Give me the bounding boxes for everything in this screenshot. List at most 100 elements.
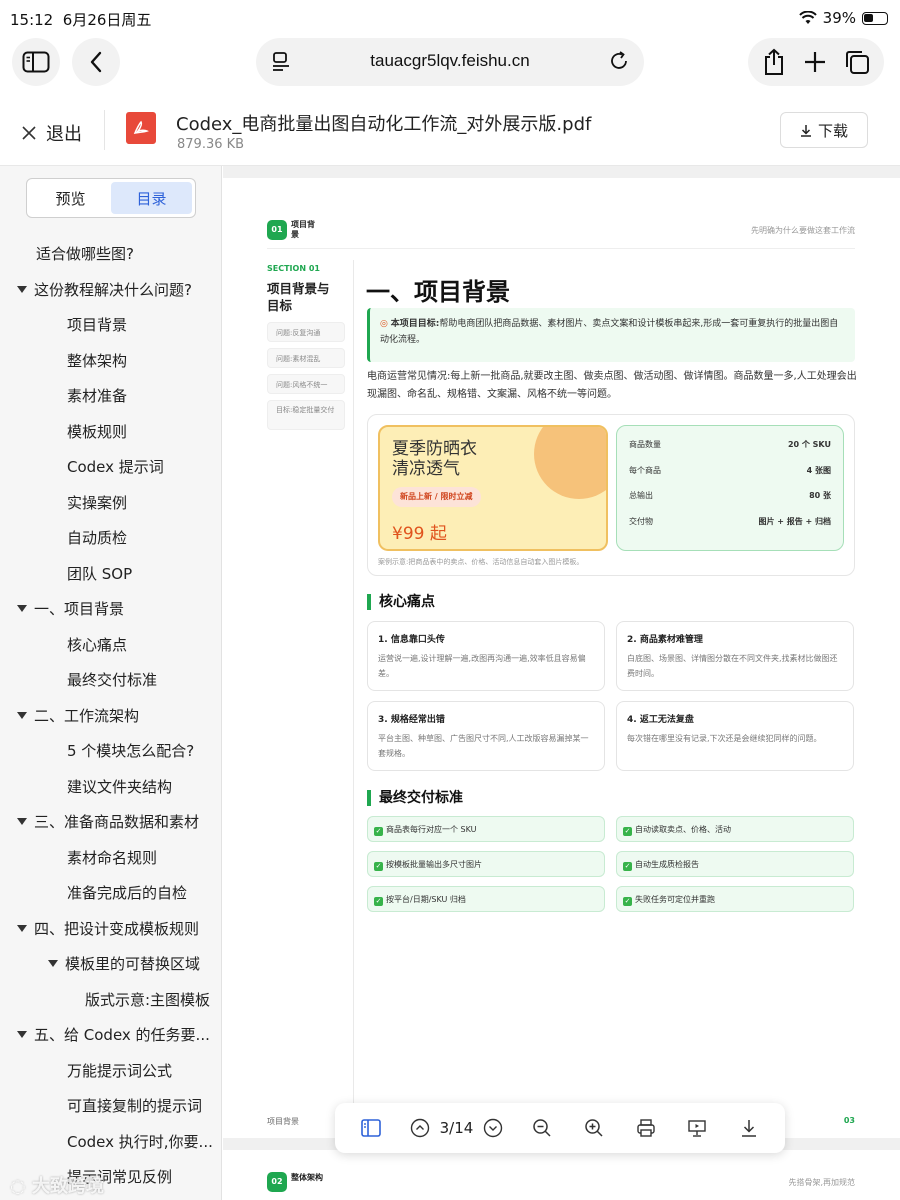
back-button[interactable] [72,38,120,86]
outline-item[interactable]: Codex 提示词 [0,449,222,485]
chip: 问题:素材混乱 [267,348,345,368]
file-name: Codex_电商批量出图自动化工作流_对外展示版.pdf [176,114,592,135]
exit-label: 退出 [46,124,82,145]
pain-card: 4. 返工无法复盘 每次错在哪里没有记录,下次还是会继续犯同样的问题。 [616,701,854,771]
watermark: ◌ 大致跨境 [10,1176,104,1197]
section-badge: 02 [267,1172,287,1192]
tab-outline[interactable]: 目录 [111,182,192,214]
outline-item-label: 适合做哪些图? [36,245,134,264]
print-icon [636,1119,655,1137]
outline-item[interactable]: Codex 执行时,你要... [0,1124,222,1160]
battery-icon [862,11,888,25]
outline-item-label: Codex 提示词 [67,458,164,477]
section-label: SECTION 01 [267,264,320,273]
browser-actions [748,38,884,86]
download-icon [800,124,811,137]
outline-item[interactable]: 适合做哪些图? [0,236,222,272]
poster-tag: 新品上新 / 限时立减 [392,487,481,507]
outline-item[interactable]: 实操案例 [0,485,222,521]
toggle-outline-button[interactable] [358,1115,384,1141]
sidebar-toggle-button[interactable] [12,38,60,86]
outline-item[interactable]: 模板里的可替换区域 [0,946,222,982]
outline-item[interactable]: 整体架构 [0,343,222,379]
present-button[interactable] [684,1115,710,1141]
browser-toolbar: tauacgr5lqv.feishu.cn [0,36,900,88]
outline-item[interactable]: 最终交付标准 [0,662,222,698]
poster-price: ¥99 起 [392,524,447,544]
stats-panel: 商品数量 20 个 SKU 每个商品 4 张图 总输出 80 张 交付物 图片 + 报告… [616,425,844,551]
next-page-icon[interactable] [483,1118,503,1138]
outline-item[interactable]: 模板规则 [0,414,222,450]
pdf-viewer[interactable]: 01 项目背景 先明确为什么要做这套工作流 SECTION 01 项目背景与目标… [223,166,900,1200]
check-icon: ✓ [374,862,383,871]
prev-page-icon[interactable] [410,1118,430,1138]
page-header-title: 项目背景 [291,220,315,239]
outline-item[interactable]: 版式示意:主图模板 [0,982,222,1018]
outline-item[interactable]: 万能提示词公式 [0,1053,222,1089]
outline-item-label: 万能提示词公式 [67,1061,173,1080]
outline-item[interactable]: 团队 SOP [0,556,222,592]
share-icon[interactable] [762,48,786,76]
address-bar[interactable]: tauacgr5lqv.feishu.cn [256,38,644,86]
tab-preview[interactable]: 预览 [30,182,111,214]
outline-item[interactable]: 可直接复制的提示词 [0,1088,222,1124]
caret-down-icon[interactable] [17,285,27,293]
print-button[interactable] [633,1115,659,1141]
tabs-icon[interactable] [844,49,870,75]
column-divider [353,260,354,1110]
caret-down-icon[interactable] [17,711,27,719]
watermark-logo-icon: ◌ [10,1176,32,1197]
caret-down-icon[interactable] [17,924,27,932]
outline-item-label: 可直接复制的提示词 [67,1097,203,1116]
outline-item[interactable]: 这份教程解决什么问题? [0,272,222,308]
page-header-note: 先搭骨架,再加规范 [788,1178,855,1187]
chevron-left-icon [90,51,102,73]
outline-item[interactable]: 核心痛点 [0,627,222,663]
outline-item-label: 素材准备 [67,387,128,406]
zoom-out-button[interactable] [529,1115,555,1141]
caret-down-icon[interactable] [17,1031,27,1039]
zoom-out-icon [533,1119,551,1137]
outline-panel-icon [361,1119,381,1137]
outline-item[interactable]: 5 个模块怎么配合? [0,733,222,769]
zoom-in-icon [585,1119,603,1137]
outline-item-label: 项目背景 [67,316,128,335]
outline-item[interactable]: 准备完成后的自检 [0,875,222,911]
reload-icon[interactable] [608,50,630,72]
delivery-heading: 最终交付标准 [367,790,463,806]
outline-item[interactable]: 素材准备 [0,378,222,414]
outline-item-label: 5 个模块怎么配合? [67,742,195,761]
pain-card: 3. 规格经常出错 平台主图、种草图、广告图尺寸不同,人工改版容易漏掉某一套规格。 [367,701,605,771]
outline-item[interactable]: 素材命名规则 [0,840,222,876]
outline-item[interactable]: 项目背景 [0,307,222,343]
save-pdf-button[interactable] [736,1115,762,1141]
outline-item-label: 准备完成后的自检 [67,884,188,903]
outline-item[interactable]: 四、把设计变成模板规则 [0,911,222,947]
zoom-in-button[interactable] [581,1115,607,1141]
new-tab-icon[interactable] [803,50,827,74]
outline-item[interactable]: 自动质检 [0,520,222,556]
section-title: 项目背景与目标 [267,281,330,313]
outline-item[interactable]: 三、准备商品数据和素材 [0,804,222,840]
stat-row: 每个商品 4 张图 [629,465,831,475]
divider [104,110,105,150]
caret-down-icon[interactable] [17,818,27,826]
outline-list: 适合做哪些图? 这份教程解决什么问题? 项目背景整体架构素材准备模板规则 Codex … [0,236,222,1195]
stat-row: 总输出 80 张 [629,491,831,501]
caret-down-icon[interactable] [48,960,58,968]
close-icon [22,126,36,140]
stat-row: 商品数量 20 个 SKU [629,440,831,450]
outline-item[interactable]: 五、给 Codex 的任务要... [0,1017,222,1053]
outline-item-label: 最终交付标准 [67,671,158,690]
pain-card: 2. 商品素材难管理 白底图、场景图、详情图分散在不同文件夹,找素材比做图还费时间… [616,621,854,691]
page-indicator[interactable]: 3/14 [440,1119,474,1137]
exit-button[interactable]: 退出 [22,120,82,146]
download-button[interactable]: 下载 [780,112,868,148]
outline-item[interactable]: 建议文件夹结构 [0,769,222,805]
pdf-file-icon [126,112,156,144]
outline-item-label: 团队 SOP [67,564,133,583]
caret-down-icon[interactable] [17,605,27,613]
sidebar-icon [22,51,50,73]
outline-item[interactable]: 一、项目背景 [0,591,222,627]
outline-item[interactable]: 二、工作流架构 [0,698,222,734]
